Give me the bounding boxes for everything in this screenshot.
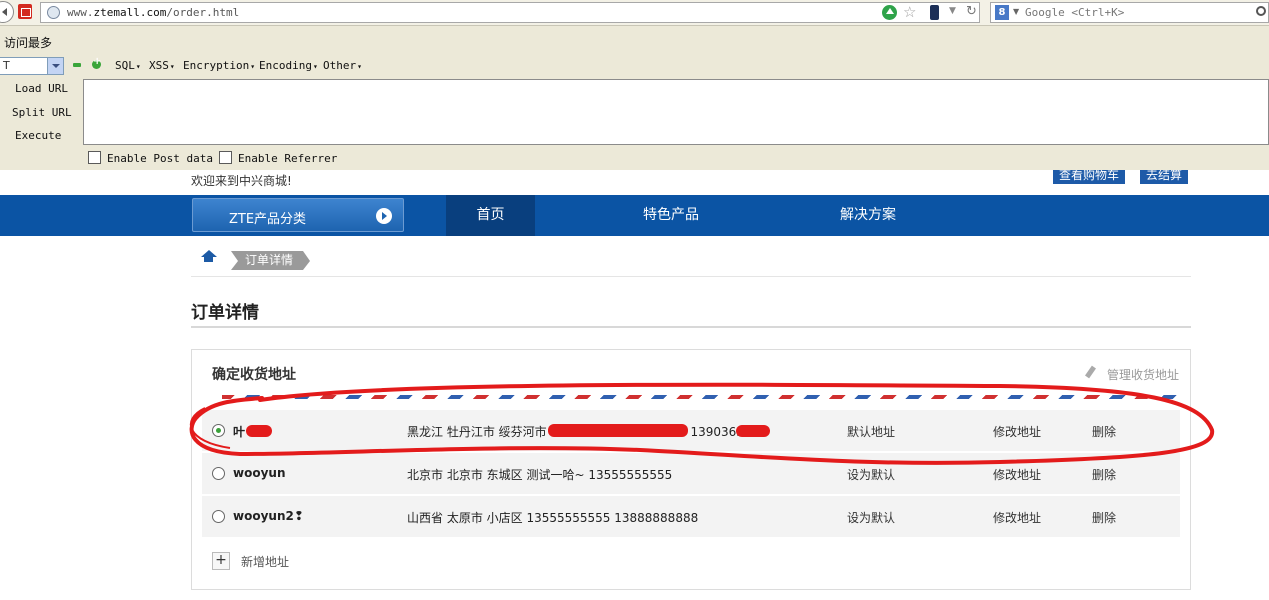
annotation-scribble <box>189 382 1215 465</box>
